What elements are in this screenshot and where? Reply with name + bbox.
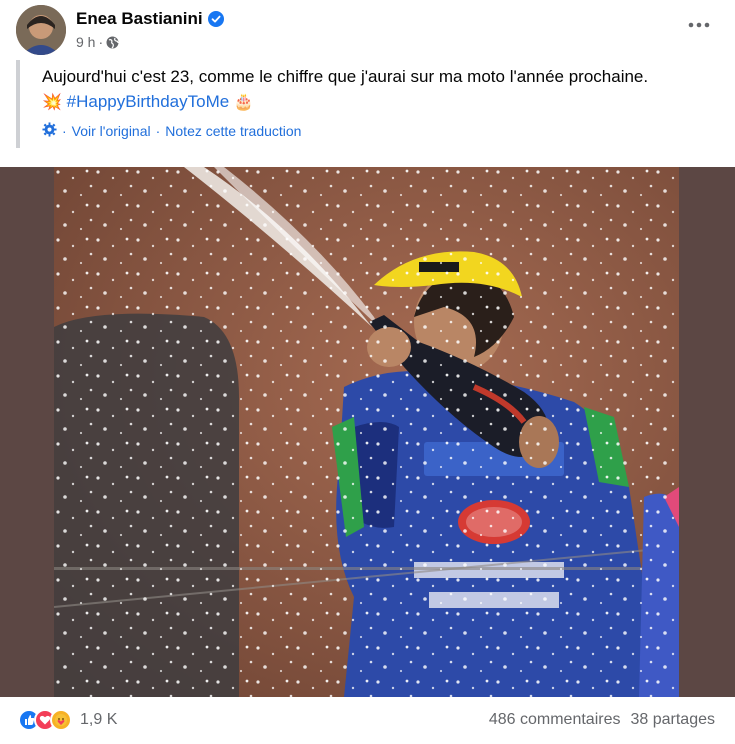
author-name[interactable]: Enea Bastianini xyxy=(76,9,203,29)
translation-row: · Voir l'original · Notez cette traducti… xyxy=(42,122,301,140)
shares-count-link[interactable]: 38 partages xyxy=(630,711,715,729)
post-footer: 1,9 K 486 commentaires 38 partages xyxy=(0,697,735,744)
post-header: Enea Bastianini 9 h · xyxy=(16,4,224,56)
rate-translation-link[interactable]: Notez cette traduction xyxy=(165,123,301,139)
counts-gap xyxy=(620,711,630,729)
author-avatar[interactable] xyxy=(16,5,66,55)
engagement-counts: 486 commentaires 38 partages xyxy=(489,711,715,729)
meta-separator: · xyxy=(98,34,104,50)
reaction-count: 1,9 K xyxy=(80,711,118,728)
post-media[interactable] xyxy=(0,167,735,697)
author-block: Enea Bastianini 9 h · xyxy=(76,8,224,52)
post-card: Enea Bastianini 9 h · Aujourd'hui c'est … xyxy=(0,0,735,744)
care-icon xyxy=(50,709,72,731)
more-dots-icon xyxy=(688,22,710,28)
post-meta: 9 h · xyxy=(76,32,224,52)
translation-separator: · xyxy=(155,123,161,139)
hashtag-link[interactable]: #HappyBirthdayToMe xyxy=(67,92,230,111)
author-row: Enea Bastianini xyxy=(76,8,224,30)
globe-icon[interactable] xyxy=(106,36,119,49)
birthday-cake-emoji: 🎂 xyxy=(233,94,254,111)
post-text-line: Aujourd'hui c'est 23, comme le chiffre q… xyxy=(42,67,649,86)
translated-text-block: Aujourd'hui c'est 23, comme le chiffre q… xyxy=(16,60,720,148)
verified-badge-icon xyxy=(207,11,224,27)
see-original-link[interactable]: Voir l'original xyxy=(72,123,151,139)
post-text: Aujourd'hui c'est 23, comme le chiffre q… xyxy=(42,64,722,115)
translate-gear-icon xyxy=(42,122,57,140)
post-photo[interactable] xyxy=(54,167,679,697)
collision-emoji: 💥 xyxy=(42,94,62,111)
podium-photo-image xyxy=(54,167,679,697)
more-options-button[interactable] xyxy=(681,10,717,40)
post-hashtag-line: 💥 #HappyBirthdayToMe 🎂 xyxy=(42,89,722,115)
translation-separator: · xyxy=(62,123,67,139)
reactions-summary[interactable]: 1,9 K xyxy=(18,709,117,731)
comments-count-link[interactable]: 486 commentaires xyxy=(489,711,621,729)
post-timestamp[interactable]: 9 h xyxy=(76,34,95,50)
